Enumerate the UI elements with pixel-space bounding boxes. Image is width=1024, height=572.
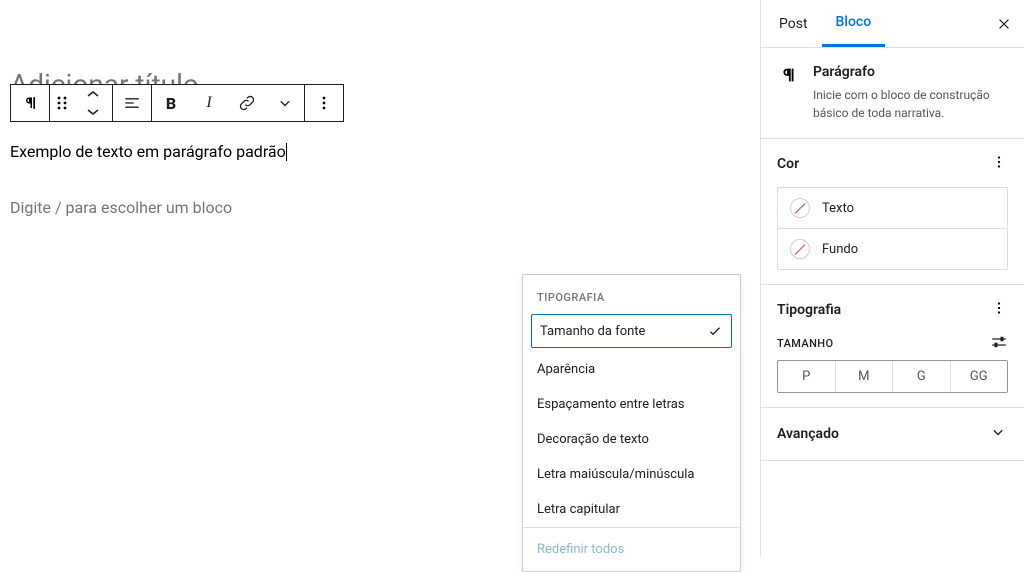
paragraph-icon — [777, 64, 799, 122]
popover-item-label: Decoração de texto — [537, 432, 649, 447]
size-preset-m[interactable]: M — [835, 361, 893, 392]
paragraph-block[interactable]: Exemplo de texto em parágrafo padrão — [10, 142, 287, 161]
popover-item-label: Espaçamento entre letras — [537, 397, 685, 412]
settings-sidebar: Post Bloco Parágrafo Inicie com o bloco … — [760, 0, 1024, 557]
size-preset-p[interactable]: P — [778, 361, 835, 392]
color-label: Fundo — [822, 242, 858, 257]
panel-title: Cor — [777, 156, 799, 172]
popover-item-font-size[interactable]: Tamanho da fonte — [531, 314, 732, 348]
popover-title: TIPOGRAFIA — [523, 275, 740, 314]
block-type-button[interactable] — [11, 85, 49, 121]
popover-item-label: Letra capitular — [537, 502, 620, 517]
color-swatch-empty-icon — [790, 198, 810, 218]
move-up-button[interactable] — [74, 85, 112, 103]
popover-item-decoration[interactable]: Decoração de texto — [523, 422, 740, 457]
align-button[interactable] — [113, 85, 151, 121]
popover-item-drop-cap[interactable]: Letra capitular — [523, 492, 740, 527]
popover-item-label: Aparência — [537, 362, 595, 377]
tab-block[interactable]: Bloco — [822, 0, 886, 47]
typography-panel: Tipografia TAMANHO P M G GG — [761, 285, 1024, 408]
align-icon — [122, 93, 142, 113]
tab-post[interactable]: Post — [765, 0, 822, 47]
sidebar-tabs: Post Bloco — [761, 0, 1024, 48]
color-label: Texto — [822, 201, 854, 216]
panel-title: Tipografia — [777, 302, 841, 318]
paragraph-icon — [20, 93, 40, 113]
move-down-button[interactable] — [74, 103, 112, 121]
size-preset-g[interactable]: G — [892, 361, 950, 392]
panel-title: Avançado — [777, 426, 839, 442]
color-panel: Cor Texto Fundo — [761, 139, 1024, 285]
check-icon — [707, 323, 723, 339]
typography-options-button[interactable] — [990, 299, 1008, 321]
popover-item-appearance[interactable]: Aparência — [523, 352, 740, 387]
advanced-panel-toggle[interactable]: Avançado — [761, 408, 1024, 461]
popover-item-letter-spacing[interactable]: Espaçamento entre letras — [523, 387, 740, 422]
size-settings-button[interactable] — [990, 335, 1008, 352]
chevron-down-icon — [275, 93, 295, 113]
typography-options-popover: TIPOGRAFIA Tamanho da fonte Aparência Es… — [522, 274, 741, 572]
background-color-control[interactable]: Fundo — [777, 228, 1008, 270]
color-swatch-empty-icon — [790, 239, 810, 259]
link-button[interactable] — [228, 85, 266, 121]
more-vertical-icon — [314, 93, 334, 113]
more-vertical-icon — [990, 299, 1008, 317]
link-icon — [237, 93, 257, 113]
color-options-button[interactable] — [990, 153, 1008, 175]
text-color-control[interactable]: Texto — [777, 187, 1008, 229]
more-vertical-icon — [990, 153, 1008, 171]
close-sidebar-button[interactable] — [992, 12, 1016, 36]
options-button[interactable] — [305, 85, 343, 121]
popover-reset-all[interactable]: Redefinir todos — [523, 527, 740, 571]
popover-item-label: Letra maiúscula/minúscula — [537, 467, 695, 482]
block-info: Parágrafo Inicie com o bloco de construç… — [761, 48, 1024, 139]
popover-item-label: Tamanho da fonte — [540, 324, 645, 339]
size-preset-gg[interactable]: GG — [950, 361, 1008, 392]
size-label: TAMANHO — [777, 337, 834, 350]
italic-button[interactable]: I — [190, 85, 228, 121]
font-size-preset-group: P M G GG — [777, 360, 1008, 393]
popover-item-letter-case[interactable]: Letra maiúscula/minúscula — [523, 457, 740, 492]
block-title: Parágrafo — [813, 64, 1008, 80]
close-icon — [995, 15, 1013, 33]
more-rich-text-button[interactable] — [266, 85, 304, 121]
chevron-down-icon — [988, 422, 1008, 446]
drag-handle[interactable] — [50, 85, 74, 121]
block-description: Inicie com o bloco de construção básico … — [813, 86, 1008, 122]
block-toolbar: B I — [10, 84, 344, 122]
sliders-icon — [990, 335, 1008, 349]
empty-block-placeholder[interactable]: Digite / para escolher um bloco — [10, 198, 232, 217]
bold-button[interactable]: B — [152, 85, 190, 121]
